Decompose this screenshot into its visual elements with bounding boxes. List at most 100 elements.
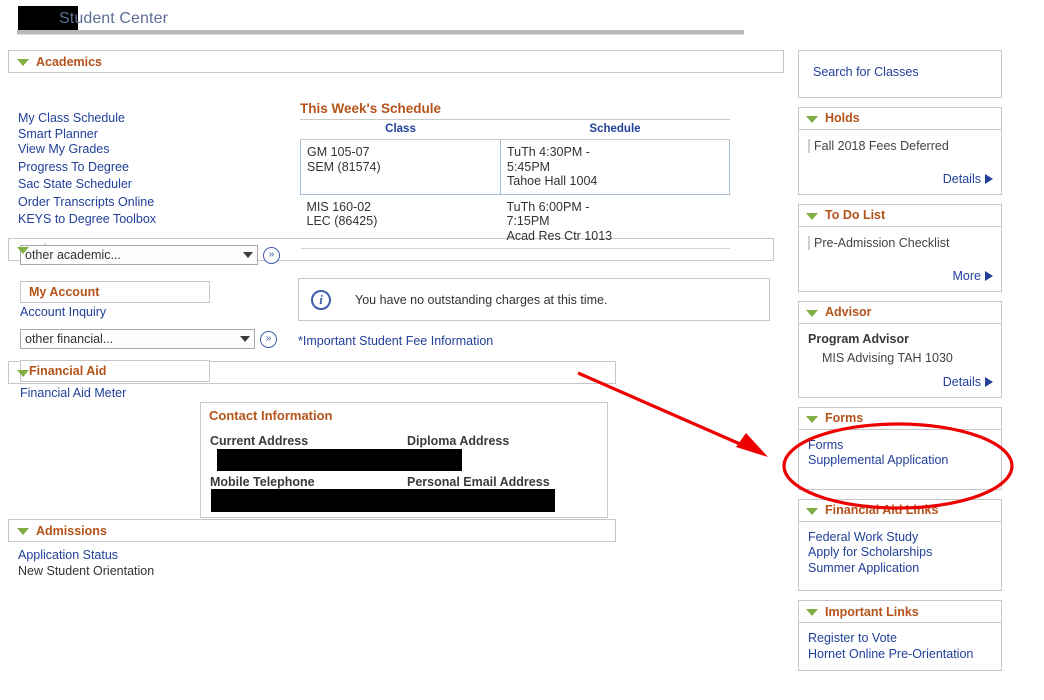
panel-header-forms[interactable]: Forms (799, 408, 1001, 430)
redacted-address-value (217, 449, 462, 471)
section-header-admissions[interactable]: Admissions (8, 519, 616, 542)
to-do-more-label[interactable]: More (953, 269, 981, 283)
collapse-triangle-icon[interactable] (806, 212, 818, 220)
chevron-down-icon (243, 252, 253, 258)
cell-class: MIS 160-02 LEC (86425) (300, 194, 501, 249)
finances-go-button[interactable]: » (260, 330, 277, 348)
to-do-list-body: Pre-Admission Checklist More (799, 227, 1001, 291)
page-title: Student Center (59, 10, 169, 27)
link-my-class-schedule[interactable]: My Class Schedule (18, 111, 248, 127)
link-view-my-grades[interactable]: View My Grades (18, 142, 248, 158)
panel-search-for-classes: Search for Classes (798, 50, 1002, 98)
panel-holds: Holds Fall 2018 Fees Deferred Details (798, 106, 1002, 195)
panel-financial-aid-links: Financial Aid Links Federal Work Study A… (798, 498, 1002, 591)
link-supplemental-application[interactable]: Supplemental Application (808, 453, 993, 469)
link-important-student-fee-information[interactable]: *Important Student Fee Information (298, 334, 493, 350)
link-progress-to-degree[interactable]: Progress To Degree (18, 160, 248, 176)
section-title-academics: Academics (36, 54, 103, 69)
finances-selector-row: other financial... » (20, 329, 277, 349)
list-item: Fall 2018 Fees Deferred (808, 138, 993, 154)
panel-header-financial-aid-links[interactable]: Financial Aid Links (799, 500, 1001, 522)
financial-aid-links-body: Federal Work Study Apply for Scholarship… (799, 522, 1001, 591)
my-account-header: My Account (20, 281, 210, 303)
advisor-details-label[interactable]: Details (943, 375, 981, 389)
link-search-for-classes[interactable]: Search for Classes (813, 65, 993, 81)
link-forms[interactable]: Forms (808, 438, 993, 454)
schedule-days-time: TuTh 4:30PM - (507, 145, 590, 159)
collapse-triangle-icon[interactable] (806, 309, 818, 317)
label-diploma-address: Diploma Address (407, 434, 510, 448)
panel-title-financial-aid-links: Financial Aid Links (825, 503, 939, 517)
header-divider (17, 30, 744, 35)
panel-important-links: Important Links Register to Vote Hornet … (798, 600, 1002, 671)
collapse-triangle-icon[interactable] (806, 115, 818, 123)
link-summer-application[interactable]: Summer Application (808, 561, 993, 577)
academics-body: My Class Schedule Smart Planner View My … (8, 73, 784, 265)
link-federal-work-study[interactable]: Federal Work Study (808, 530, 993, 546)
collapse-triangle-icon[interactable] (806, 507, 818, 515)
panel-title-to-do-list: To Do List (825, 208, 886, 222)
link-smart-planner[interactable]: Smart Planner (18, 127, 248, 143)
schedule-header-row: Class Schedule (300, 120, 730, 140)
search-for-classes-body: Search for Classes (799, 51, 1001, 97)
panel-forms: Forms Forms Supplemental Application (798, 406, 1002, 490)
link-apply-for-scholarships[interactable]: Apply for Scholarships (808, 545, 993, 561)
other-financial-dropdown[interactable]: other financial... (20, 329, 255, 349)
finances-body: My Account Account Inquiry other financi… (8, 261, 784, 400)
column-header-schedule: Schedule (500, 120, 730, 140)
student-center-page: Student Center Academics My Class Schedu… (0, 0, 1044, 700)
panel-advisor: Advisor Program Advisor MIS Advising TAH… (798, 300, 1002, 398)
advisor-details-row[interactable]: Details (808, 375, 993, 389)
holds-details-label[interactable]: Details (943, 172, 981, 186)
section-header-academics[interactable]: Academics (8, 50, 784, 73)
schedule-title: This Week's Schedule (300, 101, 442, 116)
holds-details-row[interactable]: Details (808, 172, 993, 186)
cell-schedule: TuTh 6:00PM - 7:15PM Acad Res Ctr 1013 (500, 194, 730, 249)
personal-information-body: Contact Information Current Address Dipl… (8, 384, 784, 519)
link-register-to-vote[interactable]: Register to Vote (808, 631, 993, 647)
panel-header-important-links[interactable]: Important Links (799, 601, 1001, 623)
link-application-status[interactable]: Application Status (18, 548, 154, 564)
financial-aid-header: Financial Aid (20, 360, 210, 382)
other-academic-dropdown-value: other academic... (25, 248, 121, 262)
advisor-role-label: Program Advisor (808, 331, 909, 346)
label-personal-email-address: Personal Email Address (407, 475, 550, 489)
collapse-triangle-icon[interactable] (806, 609, 818, 616)
schedule-end-time: 5:45PM (507, 159, 551, 174)
collapse-triangle-icon[interactable] (17, 247, 29, 254)
link-hornet-online-pre-orientation[interactable]: Hornet Online Pre-Orientation (808, 647, 993, 663)
info-icon: i (311, 289, 331, 310)
advisor-body: Program Advisor MIS Advising TAH 1030 De… (799, 324, 1001, 397)
panel-to-do-list: To Do List Pre-Admission Checklist More (798, 203, 1002, 292)
to-do-more-row[interactable]: More (808, 269, 993, 283)
panel-header-advisor[interactable]: Advisor (799, 302, 1001, 324)
panel-header-to-do-list[interactable]: To Do List (799, 205, 1001, 227)
sidebar: Search for Classes Holds Fall 2018 Fees … (798, 50, 1002, 680)
contact-information-box: Contact Information Current Address Dipl… (200, 402, 608, 518)
class-code: MIS 160-02 (306, 199, 372, 214)
contact-information-title: Contact Information (209, 408, 333, 423)
class-code: GM 105-07 (307, 145, 370, 159)
link-account-inquiry[interactable]: Account Inquiry (20, 305, 106, 321)
collapse-triangle-icon[interactable] (17, 59, 29, 66)
table-row[interactable]: MIS 160-02 LEC (86425) TuTh 6:00PM - 7:1… (300, 194, 730, 249)
cell-schedule: TuTh 4:30PM - 5:45PM Tahoe Hall 1004 (500, 139, 730, 195)
schedule-end-time: 7:15PM (506, 214, 550, 228)
panel-title-important-links: Important Links (825, 604, 919, 619)
panel-title-advisor: Advisor (825, 305, 872, 319)
collapse-triangle-icon[interactable] (806, 415, 818, 423)
table-row[interactable]: GM 105-07 SEM (81574) TuTh 4:30PM - 5:45… (300, 139, 730, 195)
collapse-triangle-icon[interactable] (17, 528, 29, 535)
link-keys-to-degree-toolbox[interactable]: KEYS to Degree Toolbox (18, 212, 248, 228)
collapse-triangle-icon[interactable] (17, 370, 29, 377)
text-new-student-orientation: New Student Orientation (18, 563, 155, 578)
panel-title-forms: Forms (825, 411, 864, 425)
section-title-admissions: Admissions (36, 523, 107, 538)
schedule-location: Tahoe Hall 1004 (507, 174, 598, 188)
link-order-transcripts-online[interactable]: Order Transcripts Online (18, 195, 248, 211)
link-sac-state-scheduler[interactable]: Sac State Scheduler (18, 177, 248, 193)
play-arrow-icon (985, 270, 993, 281)
panel-header-holds[interactable]: Holds (799, 108, 1001, 130)
label-mobile-telephone: Mobile Telephone (210, 475, 315, 489)
list-item: Pre-Admission Checklist (808, 235, 993, 251)
